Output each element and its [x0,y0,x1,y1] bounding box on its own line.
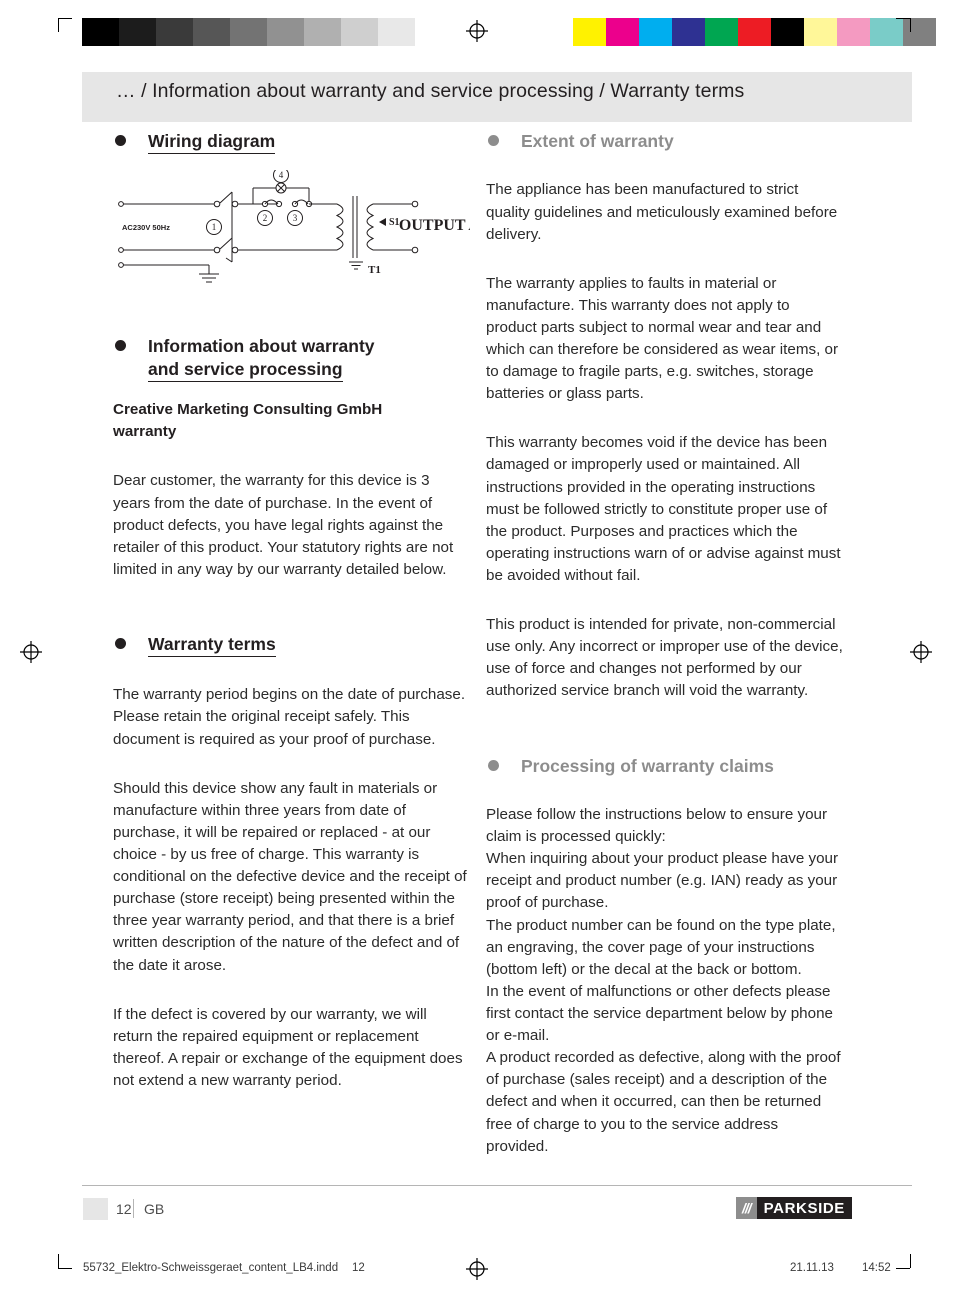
footer-divider [82,1185,912,1186]
crop-mark-top-left-v [58,18,59,32]
crop-mark-bottom-left-v [58,1254,59,1268]
wiring-transformer-label: T1 [368,264,381,276]
registration-target-icon-top [466,20,488,42]
parkside-logo: /// PARKSIDE [736,1197,852,1219]
imprint-date: 21.11.13 [790,1262,834,1274]
page-number: 12 [116,1201,132,1217]
heading-warranty-terms-label: Warranty terms [148,633,276,658]
heading-processing-of-claims: Processing of warranty claims [486,755,843,777]
paragraph-warranty-applies: The warranty applies to faults in materi… [486,274,839,403]
crop-mark-bottom-right-v [910,1254,911,1268]
subtitle-creative-marketing: Creative Marketing Consulting GmbH [113,401,383,419]
crop-mark-top-right [896,18,910,19]
paragraph-claims-return: A product recorded as defective, along w… [486,1049,841,1155]
paragraph-manufactured-strict: The appliance has been manufactured to s… [486,181,838,243]
page-marker-block [83,1198,108,1220]
registration-target-icon-left [20,641,42,663]
bullet-icon [115,340,126,352]
wiring-input-label: AC230V 50Hz [122,223,170,232]
parkside-slashes-icon: /// [736,1197,757,1219]
page-title: … / Information about warranty and servi… [116,80,745,102]
bullet-icon [115,135,126,146]
paragraph-claims-product-number: The product number can be found on the t… [486,916,836,978]
paragraph-defect-covered: If the defect is covered by our warranty… [113,1005,463,1089]
imprint-time: 14:52 [862,1262,891,1274]
paragraph-claims-malfunctions: In the event of malfunctions or other de… [486,982,833,1045]
heading-extent-label: Extent of warranty [521,131,674,151]
paragraph-claims-inquiring: When inquiring about your product please… [486,850,839,912]
wiring-node-2: 2 [263,213,268,223]
color-calibration-strip [573,18,936,46]
heading-processing-label: Processing of warranty claims [521,755,774,776]
heading-extent-of-warranty: Extent of warranty [486,130,843,152]
heading-information-line2: and service processing [148,358,343,383]
wiring-output-label: OUTPUT AC48V [399,217,470,234]
page-locale: GB [144,1201,165,1217]
wiring-node-1: 1 [212,222,217,232]
left-column: Wiring diagram AC230V 50Hz 1 2 3 4 S1 OU… [113,130,520,1092]
grayscale-calibration-strip [82,18,452,46]
bullet-icon [488,135,499,146]
subtitle-warranty: warranty [113,423,177,441]
wiring-diagram-figure: AC230V 50Hz 1 2 3 4 S1 OUTPUT AC48V T1 [118,167,520,283]
crop-mark-top-right-v [910,18,911,32]
page-number-divider [133,1199,134,1218]
bullet-icon [488,759,499,771]
paragraph-fault-in-materials: Should this device show any fault in mat… [113,779,467,974]
heading-information-about-warranty: Information about warranty and service p… [113,335,470,383]
registration-target-icon-right [910,641,932,663]
registration-target-icon-bottom [466,1258,488,1280]
wiring-node-3: 3 [293,213,298,223]
parkside-wordmark: PARKSIDE [756,1197,852,1219]
crop-mark-bottom-right [896,1268,910,1269]
crop-mark-bottom-left [58,1268,72,1269]
heading-wiring-diagram-label: Wiring diagram [148,130,276,155]
paragraph-dear-customer: Dear customer, the warranty for this dev… [113,472,454,578]
heading-warranty-terms: Warranty terms [113,633,470,658]
paragraph-warranty-void: This warranty becomes void if the device… [486,434,841,585]
heading-information-line1: Information about warranty [148,336,375,357]
paragraph-private-use: This product is intended for private, no… [486,616,843,700]
heading-wiring-diagram: Wiring diagram [113,130,470,155]
imprint-filename: 55732_Elektro-Schweissgeraet_content_LB4… [83,1262,339,1274]
paragraph-claims-instructions: Please follow the instructions below to … [486,805,828,846]
crop-mark-top-left [58,18,72,19]
paragraph-warranty-period: The warranty period begins on the date o… [113,686,466,748]
wiring-node-4: 4 [279,170,284,180]
bullet-icon [115,637,126,649]
imprint-page-number: 12 [352,1262,365,1274]
right-column: Extent of warranty The appliance has bee… [486,130,843,1158]
